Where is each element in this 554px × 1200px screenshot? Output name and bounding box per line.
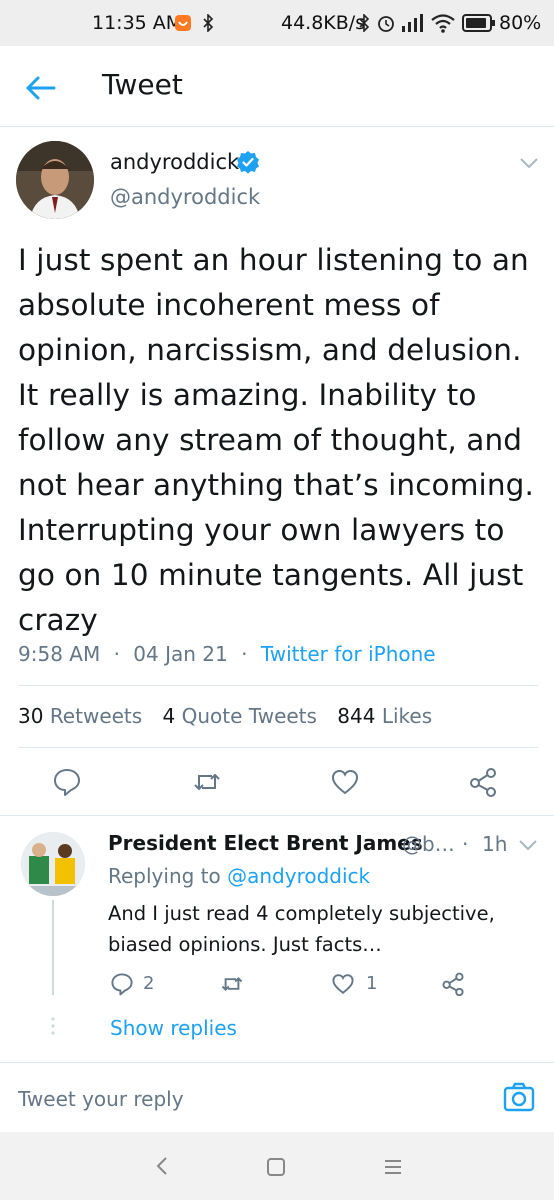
like-heart-icon[interactable] [330, 767, 360, 797]
bluetooth-icon-2 [359, 14, 370, 32]
likes-stat[interactable]: 844 Likes [337, 704, 432, 728]
nav-back-icon[interactable] [155, 1156, 169, 1176]
thread-dots [51, 1017, 55, 1035]
reply-text: And I just read 4 completely subjective,… [108, 902, 495, 956]
replying-prefix: Replying to [108, 864, 221, 888]
author-handle[interactable]: @andyroddick [110, 185, 260, 209]
reply-avatar-image [21, 832, 85, 896]
reply-chevron-down-icon[interactable] [518, 838, 538, 852]
wifi-icon [431, 14, 455, 33]
alarm-icon [378, 16, 394, 32]
replying-to: Replying to @andyroddick [108, 864, 370, 888]
signal-icon [402, 14, 423, 32]
divider-3 [0, 815, 554, 816]
tweet-source-link[interactable]: Twitter for iPhone [261, 642, 436, 666]
avatar-image [16, 141, 94, 219]
reply-time: 1h [482, 832, 508, 856]
meta-separator: · [113, 642, 120, 666]
reply-icon[interactable] [52, 767, 82, 797]
reply-input[interactable]: Tweet your reply [18, 1087, 184, 1111]
avatar[interactable] [16, 141, 94, 219]
share-icon[interactable] [468, 767, 498, 797]
reply-like-heart-icon[interactable] [331, 972, 355, 996]
reply-reply-icon[interactable] [110, 972, 134, 996]
quote-label: Quote Tweets [181, 704, 317, 728]
thread-line [52, 900, 54, 995]
retweets-count: 30 [18, 704, 44, 728]
reply-author-name[interactable]: President Elect Brent James [108, 831, 423, 855]
show-replies-link[interactable]: Show replies [110, 1016, 237, 1040]
nav-menu-icon[interactable] [384, 1158, 402, 1176]
bluetooth-icon [203, 14, 214, 32]
tweet-stats: 30 Retweets 4 Quote Tweets 844 Likes [18, 704, 432, 728]
system-nav-bar [0, 1132, 554, 1200]
verified-badge-icon [237, 151, 259, 174]
meta-separator-2: · [241, 642, 248, 666]
nav-home-icon[interactable] [266, 1157, 286, 1177]
app-notification-icon [175, 15, 191, 31]
tweet-date: 04 Jan 21 [133, 642, 228, 666]
tweet-time: 9:58 AM [18, 642, 101, 666]
reply-separator: · [462, 832, 469, 856]
battery-icon [462, 14, 495, 32]
tweet-text: I just spent an hour listening to an abs… [18, 243, 534, 637]
reply-share-icon[interactable] [441, 972, 465, 996]
status-time: 11:35 AM [92, 12, 183, 34]
reply-retweet-icon[interactable] [220, 972, 244, 996]
retweets-label: Retweets [49, 704, 143, 728]
page-title: Tweet [102, 68, 183, 101]
retweet-icon[interactable] [192, 767, 222, 797]
divider-2 [18, 747, 538, 748]
chevron-down-icon[interactable] [519, 156, 539, 170]
likes-label: Likes [381, 704, 433, 728]
quote-count: 4 [162, 704, 176, 728]
camera-icon[interactable] [502, 1080, 536, 1114]
top-app-bar [0, 46, 554, 127]
divider [18, 685, 538, 686]
reply-reply-count: 2 [143, 973, 155, 994]
replying-to-link[interactable]: @andyroddick [227, 864, 370, 888]
battery-percent: 80% [499, 12, 542, 34]
quote-tweets-stat[interactable]: 4 Quote Tweets [163, 704, 317, 728]
reply-author-handle[interactable]: @b… [402, 832, 455, 856]
reply-like-count: 1 [366, 973, 378, 994]
status-bar: 11:35 AM 44.8KB/s 80% [0, 0, 554, 46]
author-name[interactable]: andyroddick [110, 150, 239, 174]
likes-count: 844 [337, 704, 376, 728]
network-speed: 44.8KB/s [281, 12, 366, 34]
back-arrow-icon[interactable] [24, 74, 56, 102]
retweets-stat[interactable]: 30 Retweets [18, 704, 142, 728]
tweet-metadata: 9:58 AM · 04 Jan 21 · Twitter for iPhone [18, 642, 436, 666]
reply-avatar[interactable] [21, 832, 85, 896]
